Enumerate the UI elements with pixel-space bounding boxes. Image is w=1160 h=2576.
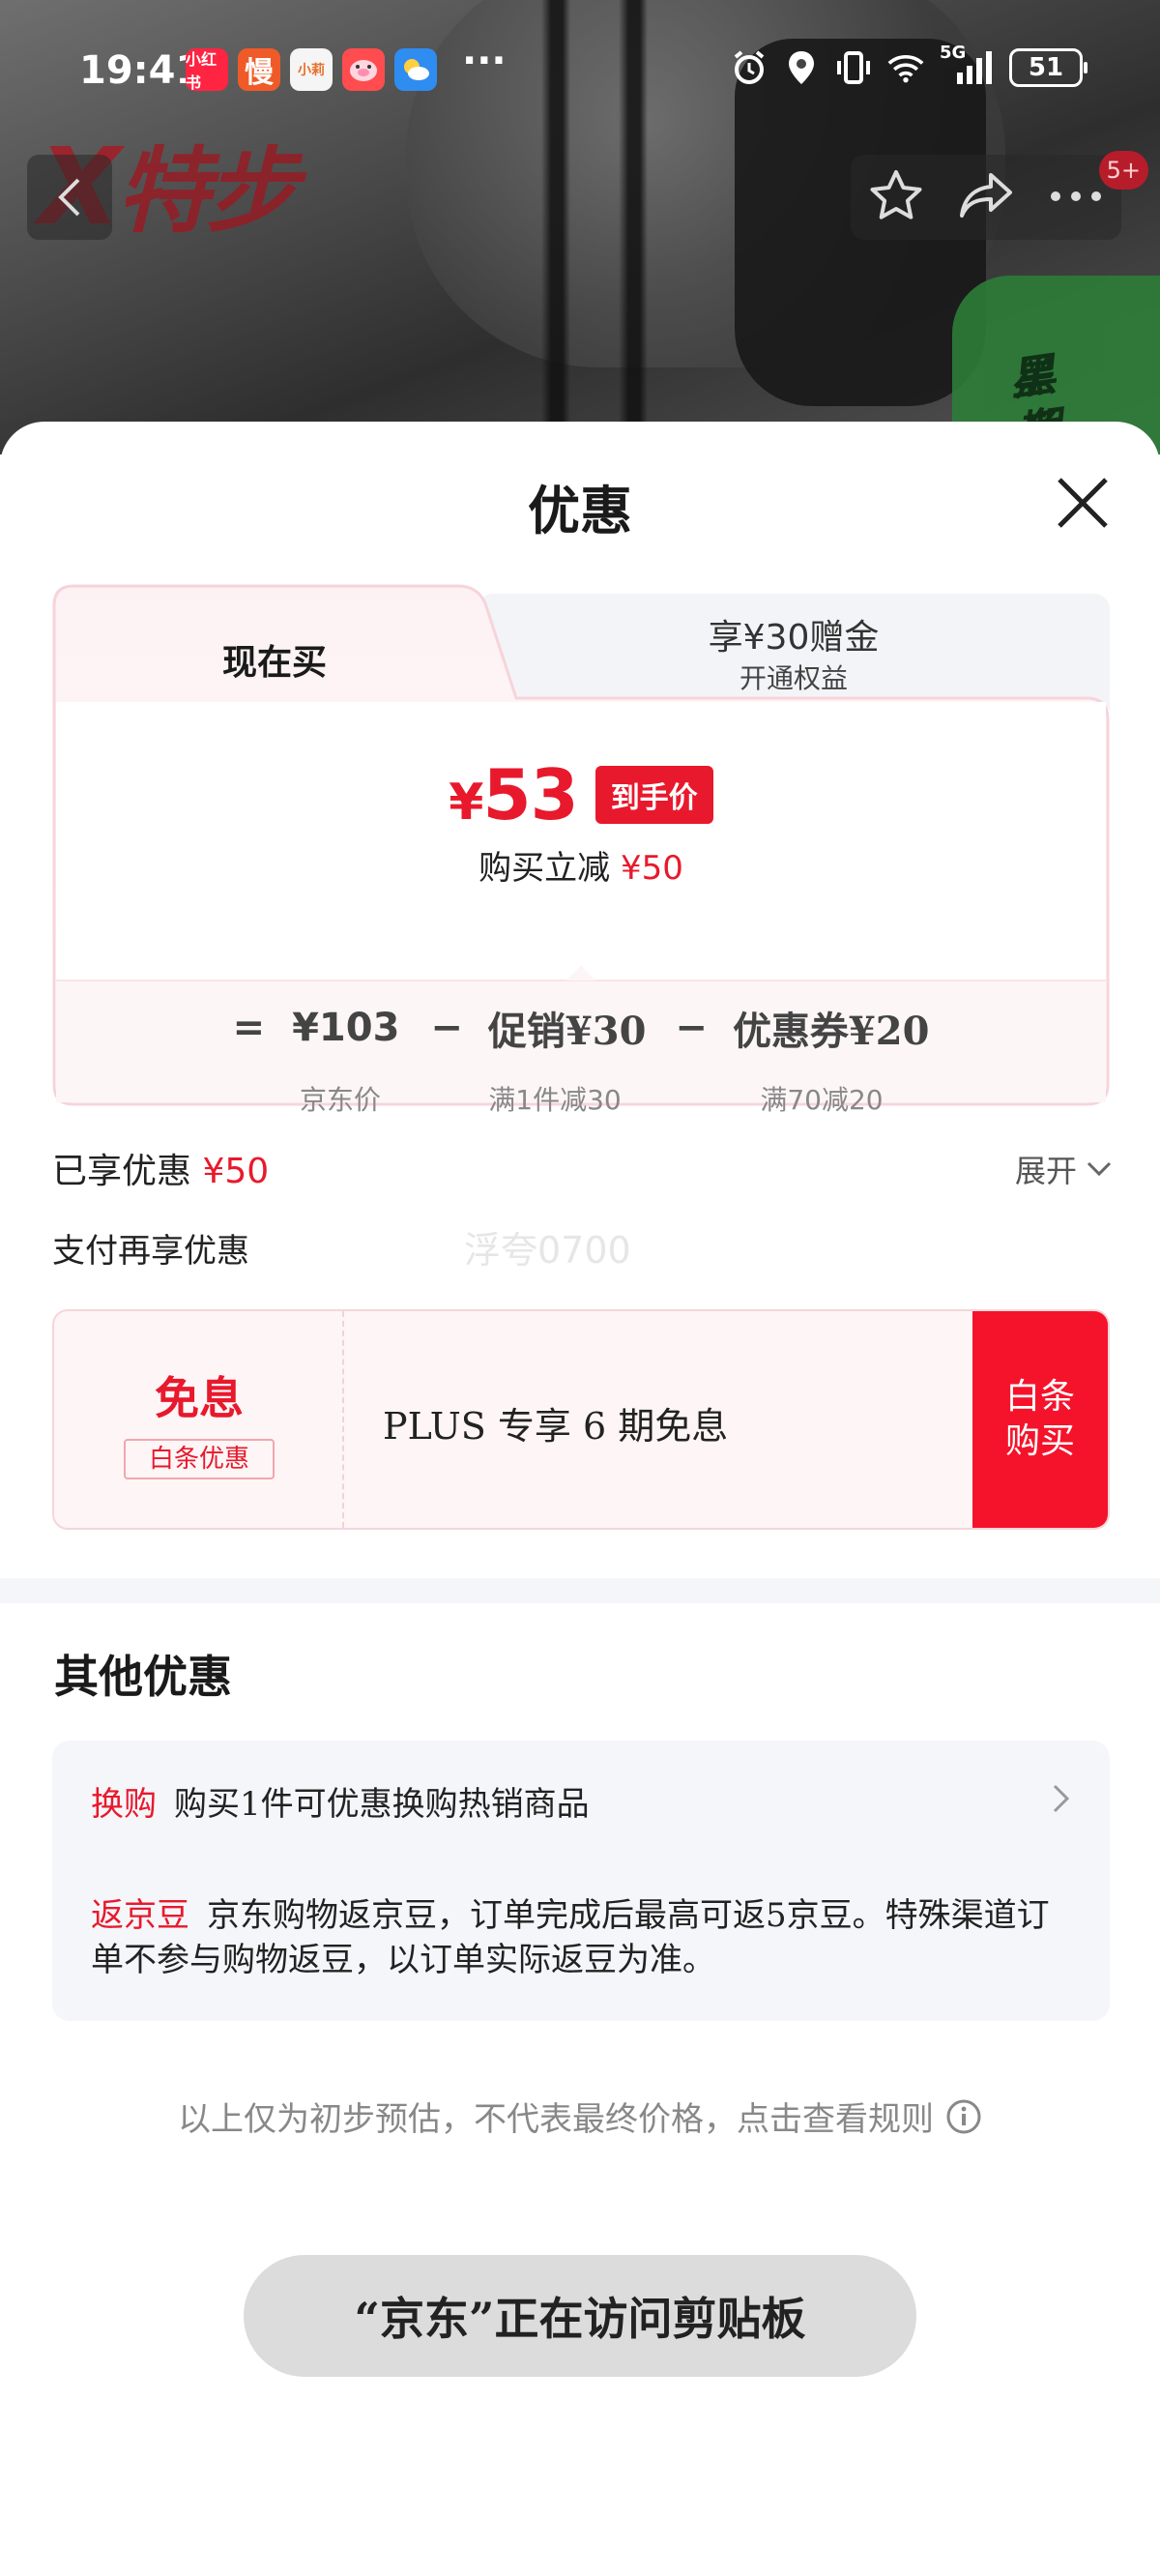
clipboard-toast: “京东”正在访问剪贴板 <box>244 2255 916 2377</box>
expand-label: 展开 <box>1014 1153 1077 1189</box>
sheet-title: 优惠 <box>528 480 632 542</box>
disclaimer-text: 以上仅为初步预估，不代表最终价格，点击查看规则 <box>178 2100 934 2139</box>
promo-value: 促销¥30 <box>487 1009 647 1054</box>
close-button[interactable] <box>1048 468 1117 538</box>
formula-equals: = <box>232 1006 266 1050</box>
close-icon <box>1058 478 1108 528</box>
more-dots-icon <box>1051 190 1102 201</box>
jingdou-rebate: 返京豆 京东购物返京豆，订单完成后最高可返5京豆。特殊渠道订单不参与购物返豆，以订… <box>91 1893 1077 1982</box>
jd-price-label: 京东价 <box>299 1084 382 1116</box>
wifi-icon <box>887 48 924 87</box>
price-breakdown-card: 享¥30赠金 开通权益 现在买 ¥53 到手价 购买立减 ¥50 = ¥103 … <box>52 584 1110 1116</box>
notification-app-icons: 小红书 慢 小莉 <box>186 48 437 92</box>
info-icon <box>946 2099 981 2133</box>
more-notifications-icon: ··· <box>462 39 507 83</box>
xiaohongshu-app-icon: 小红书 <box>186 48 228 92</box>
chevron-right-icon[interactable] <box>1052 1783 1071 1814</box>
chevron-left-icon <box>58 178 80 217</box>
coupon-condition: 满70减20 <box>760 1084 884 1116</box>
signal-5g-icon: 5G <box>940 43 994 87</box>
favorite-button[interactable] <box>868 168 924 226</box>
section-divider <box>0 1578 1160 1603</box>
jingdou-tag: 返京豆 <box>91 1896 189 1935</box>
share-icon <box>959 173 1012 218</box>
tab-buy-now[interactable]: 现在买 <box>52 634 497 685</box>
baitiao-tag: 白条优惠 <box>124 1439 275 1479</box>
location-icon <box>783 48 820 87</box>
expand-button[interactable]: 展开 <box>1015 1147 1112 1191</box>
exchange-tag: 换购 <box>91 1785 157 1824</box>
back-button[interactable] <box>27 155 112 240</box>
xiaoyang-app-icon: 小莉 <box>290 48 333 91</box>
status-bar: 19:41 小红书 慢 小莉 ··· 5G 51 <box>0 0 1160 135</box>
alarm-icon <box>731 48 768 87</box>
battery-indicator: 51 <box>1009 48 1088 87</box>
final-price-tag: 到手价 <box>594 766 713 824</box>
jingdou-text: 京东购物返京豆，订单完成后最高可返5京豆。特殊渠道订单不参与购物返豆，以订单实际… <box>91 1896 1050 1979</box>
installment-left: 免息 白条优惠 <box>54 1311 344 1528</box>
formula-minus: − <box>430 1006 463 1050</box>
other-discounts-title: 其他优惠 <box>54 1651 232 1703</box>
final-price-row: ¥53 到手价 <box>52 754 1110 835</box>
baitiao-buy-label: 白条 购买 <box>1004 1377 1075 1461</box>
payment-discount-heading: 支付再享优惠 <box>52 1232 249 1271</box>
chevron-down-icon <box>1087 1161 1112 1177</box>
interest-free-title: 免息 <box>155 1372 244 1424</box>
watermark: 浮夸0700 <box>464 1229 631 1272</box>
promo-condition: 满1件减30 <box>488 1084 622 1116</box>
formula-minus: − <box>675 1006 708 1050</box>
manhua-app-icon: 慢 <box>238 48 280 91</box>
jd-price-value: ¥103 <box>292 1006 400 1050</box>
system-status-icons: 5G 51 <box>731 43 1088 87</box>
final-price: ¥53 <box>449 754 578 835</box>
more-button[interactable] <box>1048 189 1104 207</box>
discount-bottom-sheet: 优惠 享¥30赠金 开通权益 现在买 ¥53 到手价 购买立减 ¥50 = ¥1… <box>0 422 1160 2576</box>
share-button[interactable] <box>958 171 1014 223</box>
enjoyed-discount: 已享优惠 ¥50 <box>52 1152 270 1191</box>
vibrate-icon <box>835 48 872 87</box>
message-count-badge: 5+ <box>1098 151 1148 190</box>
price-formula: = ¥103 − 促销¥30 − 优惠券¥20 京东价 满1件减30 满70减2… <box>52 981 1110 1116</box>
coupon-value: 优惠券¥20 <box>732 1009 930 1054</box>
nav-actions <box>851 155 1121 240</box>
instant-reduction: 购买立减 ¥50 <box>478 849 683 888</box>
baitiao-buy-button[interactable]: 白条 购买 <box>972 1311 1108 1528</box>
exchange-offer[interactable]: 换购 购买1件可优惠换购热销商品 <box>91 1777 590 1825</box>
exchange-text: 购买1件可优惠换购热销商品 <box>174 1785 590 1824</box>
other-discounts-box: 换购 购买1件可优惠换购热销商品 返京豆 京东购物返京豆，订单完成后最高可返5京豆。… <box>52 1741 1110 2021</box>
rules-disclaimer[interactable]: 以上仅为初步预估，不代表最终价格，点击查看规则 <box>0 2093 1160 2140</box>
installment-text: PLUS 专享 6 期免息 <box>383 1405 729 1448</box>
clock: 19:41 <box>79 48 203 93</box>
star-icon <box>870 170 922 220</box>
installment-card[interactable]: 免息 白条优惠 PLUS 专享 6 期免息 白条 购买 <box>52 1309 1110 1530</box>
weather-app-icon <box>394 48 437 91</box>
pig-app-icon <box>342 48 385 91</box>
